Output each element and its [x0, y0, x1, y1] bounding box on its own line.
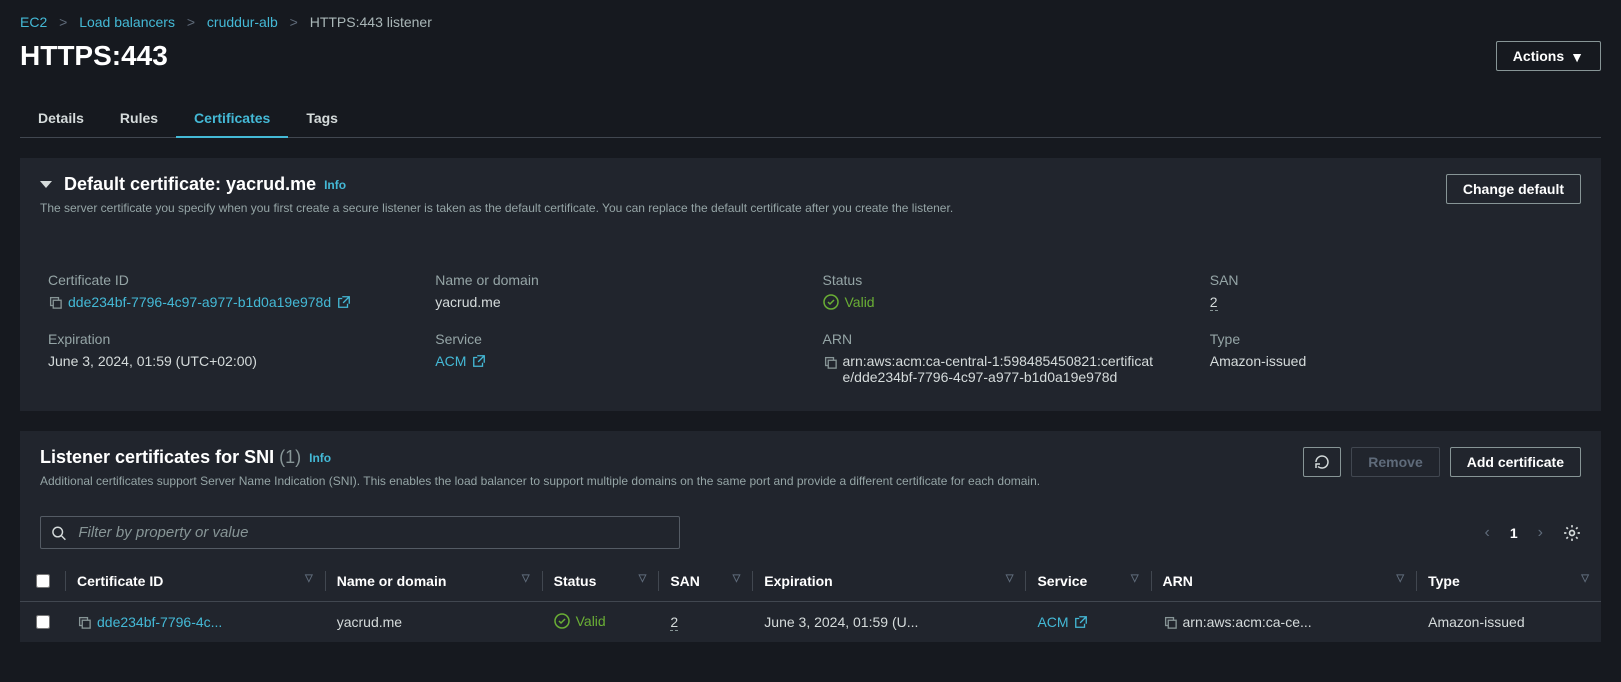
label-arn: ARN: [823, 331, 1186, 347]
copy-icon[interactable]: [48, 295, 62, 309]
sni-heading: Listener certificates for SNI (1): [40, 447, 301, 468]
copy-icon[interactable]: [77, 615, 91, 629]
copy-icon[interactable]: [1163, 615, 1177, 629]
row-cert-id-link[interactable]: dde234bf-7796-4c...: [97, 614, 222, 630]
label-status: Status: [823, 272, 1186, 288]
search-input[interactable]: [76, 523, 669, 542]
status-badge: Valid: [823, 294, 875, 310]
actions-button[interactable]: Actions ▼: [1496, 41, 1601, 71]
breadcrumb: EC2 > Load balancers > cruddur-alb > HTT…: [20, 0, 1601, 30]
breadcrumb-current: HTTPS:443 listener: [310, 14, 432, 30]
value-name: yacrud.me: [435, 294, 798, 310]
gear-icon[interactable]: [1563, 524, 1581, 542]
value-type: Amazon-issued: [1210, 353, 1573, 369]
sni-desc: Additional certificates support Server N…: [40, 474, 1040, 488]
page-title: HTTPS:443: [20, 40, 168, 72]
caret-down-icon[interactable]: [40, 181, 52, 188]
row-name: yacrud.me: [325, 602, 542, 643]
breadcrumb-ec2[interactable]: EC2: [20, 14, 47, 30]
sni-table: Certificate ID▽ Name or domain▽ Status▽ …: [20, 561, 1601, 642]
col-status[interactable]: Status▽: [542, 561, 659, 602]
refresh-icon: [1314, 454, 1330, 470]
value-san[interactable]: 2: [1210, 294, 1218, 311]
external-link-icon[interactable]: [1074, 615, 1088, 629]
col-san[interactable]: SAN▽: [658, 561, 752, 602]
external-link-icon[interactable]: [472, 354, 486, 368]
default-certificate-panel: Default certificate: yacrud.me Info The …: [20, 158, 1601, 411]
label-cert-id: Certificate ID: [48, 272, 411, 288]
copy-icon[interactable]: [823, 355, 837, 369]
pager: ‹ 1 ›: [1479, 523, 1581, 543]
tab-details[interactable]: Details: [20, 100, 102, 137]
select-all-checkbox[interactable]: [36, 574, 50, 588]
col-service[interactable]: Service▽: [1025, 561, 1150, 602]
tab-tags[interactable]: Tags: [288, 100, 356, 137]
cert-id-link[interactable]: dde234bf-7796-4c97-a977-b1d0a19e978d: [68, 294, 331, 310]
refresh-button[interactable]: [1303, 447, 1341, 477]
service-link[interactable]: ACM: [435, 353, 466, 369]
chevron-right-icon: >: [51, 14, 75, 30]
label-expiration: Expiration: [48, 331, 411, 347]
col-type[interactable]: Type▽: [1416, 561, 1601, 602]
check-circle-icon: [823, 294, 839, 310]
row-expiration: June 3, 2024, 01:59 (U...: [752, 602, 1025, 643]
filter-search[interactable]: [40, 516, 680, 549]
add-certificate-button[interactable]: Add certificate: [1450, 447, 1581, 477]
info-link[interactable]: Info: [309, 451, 331, 465]
tab-certificates[interactable]: Certificates: [176, 100, 288, 138]
page-number: 1: [1510, 525, 1518, 541]
row-arn: arn:aws:acm:ca-ce...: [1183, 614, 1312, 630]
search-icon: [51, 525, 66, 541]
value-expiration: June 3, 2024, 01:59 (UTC+02:00): [48, 353, 411, 369]
external-link-icon[interactable]: [337, 295, 351, 309]
default-cert-desc: The server certificate you specify when …: [40, 201, 953, 215]
default-cert-heading: Default certificate: yacrud.me: [64, 174, 316, 195]
row-service-link[interactable]: ACM: [1037, 614, 1068, 630]
row-checkbox[interactable]: [36, 615, 50, 629]
check-circle-icon: [554, 613, 570, 629]
info-link[interactable]: Info: [324, 178, 346, 192]
tab-rules[interactable]: Rules: [102, 100, 176, 137]
label-name: Name or domain: [435, 272, 798, 288]
chevron-right-icon: >: [179, 14, 203, 30]
table-row[interactable]: dde234bf-7796-4c... yacrud.me Valid 2 Ju…: [20, 602, 1601, 643]
col-name[interactable]: Name or domain▽: [325, 561, 542, 602]
breadcrumb-load-balancers[interactable]: Load balancers: [79, 14, 175, 30]
sni-panel: Listener certificates for SNI (1) Info A…: [20, 431, 1601, 642]
chevron-right-icon: >: [282, 14, 306, 30]
label-service: Service: [435, 331, 798, 347]
remove-button: Remove: [1351, 447, 1439, 477]
page-prev-button: ‹: [1479, 523, 1496, 543]
value-arn: arn:aws:acm:ca-central-1:598485450821:ce…: [843, 353, 1163, 385]
row-type: Amazon-issued: [1416, 602, 1601, 643]
tabs: Details Rules Certificates Tags: [20, 100, 1601, 138]
status-badge: Valid: [554, 613, 606, 629]
col-arn[interactable]: ARN▽: [1151, 561, 1417, 602]
label-type: Type: [1210, 331, 1573, 347]
caret-down-icon: ▼: [1570, 49, 1584, 65]
label-san: SAN: [1210, 272, 1573, 288]
breadcrumb-alb[interactable]: cruddur-alb: [207, 14, 278, 30]
change-default-button[interactable]: Change default: [1446, 174, 1581, 204]
page-next-button: ›: [1532, 523, 1549, 543]
row-san[interactable]: 2: [670, 614, 678, 631]
col-expiration[interactable]: Expiration▽: [752, 561, 1025, 602]
col-cert-id[interactable]: Certificate ID▽: [65, 561, 325, 602]
